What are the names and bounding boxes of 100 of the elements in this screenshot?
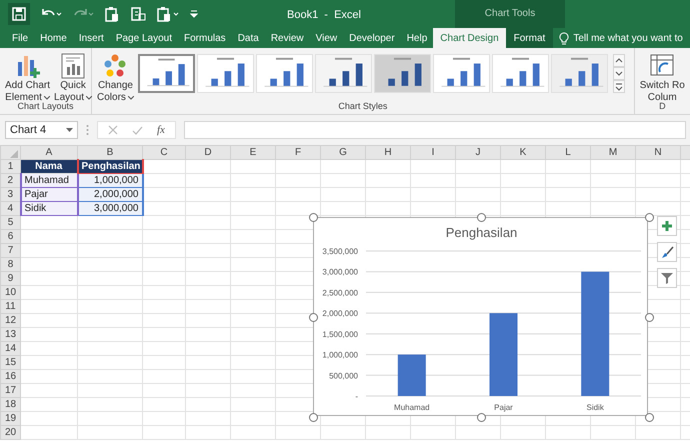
chart-styles-button[interactable] [657, 242, 677, 262]
context-label: Chart Tools [484, 7, 536, 20]
row-header[interactable]: 1 [0, 160, 20, 174]
row-header[interactable]: 7 [0, 244, 20, 258]
column-header[interactable]: A [20, 146, 78, 160]
chart-area[interactable]: Penghasilan - 500,000 1,000,000 1,500,000 2,000,000 2,500,000 3,000,000 3,500,000 Muhamad Pajar Sidik [313, 217, 648, 416]
ribbon-tab[interactable]: Chart Design [433, 28, 506, 48]
column-header[interactable]: D [186, 146, 230, 160]
window-title: Book1 - Excel [287, 8, 361, 23]
column-header[interactable]: M [590, 146, 636, 160]
axis-label: 3,500,000 [322, 247, 358, 256]
row-header[interactable]: 6 [0, 230, 20, 244]
table-cell: Sidik [20, 202, 78, 216]
table-cell: 3,000,000 [78, 202, 142, 216]
ribbon-button[interactable]: Change Colors [96, 48, 135, 104]
row-header[interactable]: 11 [0, 300, 20, 314]
table-cell: Muhamad [20, 174, 78, 188]
drag-handle-icon[interactable] [86, 124, 89, 136]
row-header[interactable]: 4 [0, 202, 20, 216]
ribbon-tab[interactable]: Format [506, 28, 554, 48]
row-header[interactable]: 18 [0, 398, 20, 412]
lightbulb-icon[interactable] [559, 32, 570, 44]
ribbon-tab[interactable]: View [310, 28, 344, 48]
axis-label: 2,000,000 [322, 309, 358, 318]
name-box[interactable]: Chart 4 [5, 121, 78, 139]
column-header[interactable]: C [142, 146, 186, 160]
table-cell: Pajar [20, 188, 78, 202]
row-header[interactable]: 10 [0, 286, 20, 300]
axis-label: 3,000,000 [322, 268, 358, 277]
axis-label: 2,500,000 [322, 288, 358, 298]
ribbon-tab[interactable]: Home [34, 28, 73, 48]
chart-elements-button[interactable] [657, 216, 677, 236]
column-header[interactable]: B [78, 146, 142, 160]
customize-icon[interactable] [190, 10, 198, 18]
clipboard-icon[interactable] [130, 6, 146, 22]
row-header[interactable]: 8 [0, 258, 20, 272]
group-label: Chart Layouts [17, 101, 74, 113]
resize-handle[interactable] [308, 412, 318, 422]
column-header[interactable]: I [410, 146, 456, 160]
row-header[interactable]: 15 [0, 356, 20, 370]
ribbon-button[interactable]: Quick Layout [53, 48, 94, 104]
resize-handle[interactable] [644, 212, 654, 222]
axis-label: 1,500,000 [322, 330, 358, 339]
row-header[interactable]: 5 [0, 216, 20, 230]
filter-icon [661, 272, 673, 284]
ribbon-tab[interactable]: Page Layout [110, 28, 178, 48]
brush-icon [660, 246, 674, 258]
column-header[interactable]: L [546, 146, 590, 160]
dropdown-icon[interactable] [66, 128, 73, 132]
resize-handle[interactable] [308, 212, 318, 222]
ribbon-tab[interactable]: Developer [343, 28, 401, 48]
axis-label: - [355, 392, 358, 401]
column-header[interactable]: G [320, 146, 366, 160]
column-header[interactable]: N [636, 146, 680, 160]
gallery-scroll-button[interactable] [612, 54, 625, 67]
column-header[interactable]: K [500, 146, 546, 160]
ribbon-tab[interactable]: Review [264, 28, 310, 48]
row-header[interactable]: 14 [0, 342, 20, 356]
insert-function-button[interactable]: fx [157, 122, 165, 138]
column-header[interactable]: H [366, 146, 410, 160]
ribbon-tab[interactable]: Insert [72, 28, 110, 48]
tell-me-field[interactable]: Tell me what you want to [573, 30, 683, 46]
row-header[interactable]: 9 [0, 272, 20, 286]
row-header[interactable]: 13 [0, 328, 20, 342]
row-header[interactable]: 19 [0, 412, 20, 426]
table-cell: Penghasilan [78, 160, 142, 174]
axis-label: 1,000,000 [322, 350, 358, 360]
ribbon-tab[interactable]: File [6, 28, 34, 48]
table-cell: 1,000,000 [78, 174, 142, 188]
gallery-scroll-button[interactable] [612, 67, 625, 80]
row-header[interactable]: 17 [0, 384, 20, 398]
row-header[interactable]: 2 [0, 174, 20, 188]
column-header[interactable]: J [456, 146, 500, 160]
ribbon-button[interactable]: Add Chart Element [4, 48, 52, 104]
formula-input[interactable] [184, 121, 686, 139]
ribbon-tab[interactable]: Data [232, 28, 265, 48]
resize-handle[interactable] [308, 312, 318, 322]
clipboard-icon[interactable] [104, 6, 120, 22]
paste-icon[interactable] [156, 6, 180, 22]
table-cell: 2,000,000 [78, 188, 142, 202]
axis-label: Pajar [494, 403, 513, 412]
ribbon-tab[interactable]: Formulas [178, 28, 232, 48]
row-header[interactable]: 16 [0, 370, 20, 384]
chart-style-thumbnail[interactable] [138, 54, 195, 93]
group-label: Chart Styles [338, 100, 388, 113]
column-header[interactable]: F [276, 146, 320, 160]
resize-handle[interactable] [476, 212, 486, 222]
gallery-scroll-button[interactable] [612, 80, 625, 93]
chart-filters-button[interactable] [657, 268, 677, 288]
save-icon[interactable] [8, 3, 30, 25]
row-header[interactable]: 20 [0, 426, 20, 440]
quick-layout-icon [59, 52, 88, 80]
row-header[interactable]: 12 [0, 314, 20, 328]
table-cell: Nama [20, 160, 78, 174]
plus-icon [661, 220, 673, 232]
check-icon[interactable] [132, 126, 143, 134]
resize-handle[interactable] [644, 412, 654, 422]
column-header[interactable]: E [230, 146, 276, 160]
ribbon-tab[interactable]: Help [400, 28, 434, 48]
row-header[interactable]: 3 [0, 188, 20, 202]
